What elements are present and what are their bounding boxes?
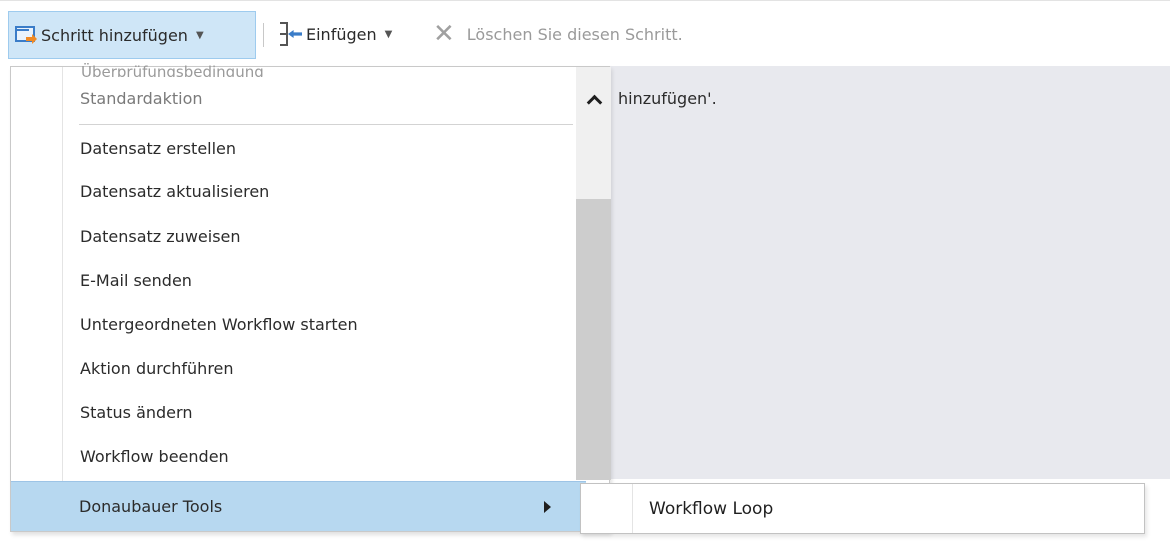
workflow-designer: Schritt hinzufügen ▼ Einfügen ▼ ✕ Lösche… [0,0,1170,543]
menu-item-stop-workflow[interactable]: Workflow beenden [80,447,229,466]
toolbar: Schritt hinzufügen ▼ Einfügen ▼ ✕ Lösche… [0,0,1170,66]
menu-item-partial[interactable]: Überprüfungsbedingung [81,63,264,77]
toolbar-separator [263,23,264,47]
menu-item-send-email[interactable]: E-Mail senden [80,271,192,290]
add-step-dropdown-menu: Überprüfungsbedingung Standardaktion Dat… [10,63,611,532]
menu-icon-gutter [11,67,63,531]
menu-section-header: Standardaktion [80,89,203,108]
close-icon: ✕ [433,19,455,49]
add-step-label: Schritt hinzufügen [41,25,188,45]
add-step-icon [15,26,37,44]
menu-item-donaubauer-tools[interactable]: Donaubauer Tools [11,481,586,531]
submenu-item-workflow-loop[interactable]: Workflow Loop [649,499,773,519]
submenu-icon-gutter [581,484,633,533]
chevron-right-icon [544,501,551,513]
chevron-up-icon[interactable] [584,89,604,110]
insert-icon [278,22,302,46]
chevron-down-icon: ▼ [195,29,204,41]
canvas-hint-text: hinzufügen'. [618,89,717,108]
menu-divider [79,124,573,125]
add-step-button[interactable]: Schritt hinzufügen ▼ [8,11,256,59]
donaubauer-tools-submenu: Workflow Loop [580,483,1145,534]
chevron-down-icon: ▼ [384,28,393,40]
delete-step-button[interactable]: ✕ Löschen Sie diesen Schritt. [433,9,683,59]
delete-step-label: Löschen Sie diesen Schritt. [466,24,683,44]
insert-button[interactable]: Einfügen ▼ [278,9,392,59]
menu-scrollbar-thumb[interactable] [576,199,611,480]
menu-item-label: Donaubauer Tools [79,497,223,516]
menu-item-assign-record[interactable]: Datensatz zuweisen [80,227,241,246]
menu-item-change-status[interactable]: Status ändern [80,403,192,422]
insert-label: Einfügen [306,24,377,44]
menu-item-perform-action[interactable]: Aktion durchführen [80,359,234,378]
designer-canvas [575,66,1170,479]
menu-item-start-child-workflow[interactable]: Untergeordneten Workflow starten [80,315,358,334]
menu-item-update-record[interactable]: Datensatz aktualisieren [80,182,269,201]
menu-item-create-record[interactable]: Datensatz erstellen [80,139,236,158]
